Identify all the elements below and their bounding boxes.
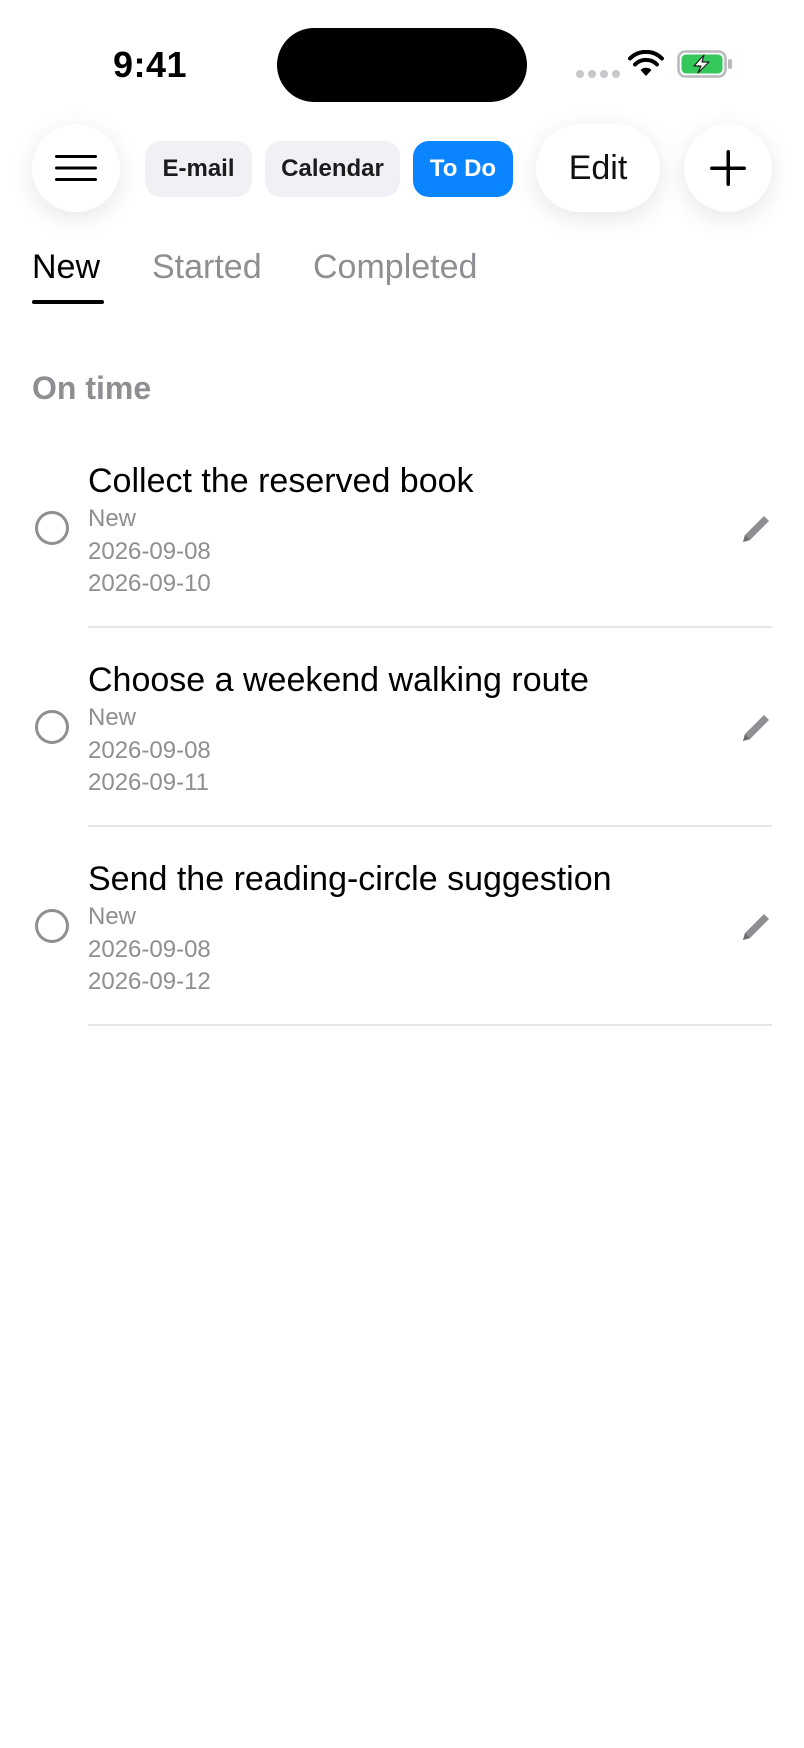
task-checkbox[interactable]	[35, 511, 69, 545]
hamburger-menu-icon	[55, 155, 97, 181]
pencil-icon[interactable]	[738, 909, 774, 945]
wifi-icon	[628, 50, 664, 76]
active-tab-indicator	[32, 300, 104, 304]
tab-started[interactable]: Started	[152, 248, 262, 287]
task-status: New	[88, 704, 137, 731]
status-time: 9:41	[113, 44, 188, 85]
add-task-button[interactable]	[684, 124, 772, 212]
task-title: Send the reading-circle suggestion	[88, 860, 612, 898]
task-status: New	[88, 505, 137, 532]
todo-screen: 9:41 E-mail Calendar To Do Edit New Star…	[0, 0, 804, 1748]
section-title: On time	[32, 370, 152, 406]
task-status: New	[88, 903, 137, 930]
cellular-signal-icon	[576, 70, 620, 78]
task-due-date: 2026-09-11	[88, 769, 209, 796]
task-row[interactable]: Send the reading-circle suggestion New 2…	[0, 827, 804, 1026]
task-checkbox[interactable]	[35, 909, 69, 943]
tab-new[interactable]: New	[32, 248, 100, 287]
dynamic-island	[277, 28, 527, 102]
task-due-date: 2026-09-10	[88, 570, 211, 597]
calendar-tab-button[interactable]: Calendar	[265, 141, 400, 197]
plus-icon	[710, 150, 746, 186]
task-title: Choose a weekend walking route	[88, 661, 589, 699]
task-checkbox[interactable]	[35, 710, 69, 744]
task-row[interactable]: Collect the reserved book New 2026-09-08…	[0, 429, 804, 628]
email-tab-button[interactable]: E-mail	[145, 141, 252, 197]
task-title: Collect the reserved book	[88, 462, 474, 500]
pencil-icon[interactable]	[738, 710, 774, 746]
task-start-date: 2026-09-08	[88, 736, 211, 764]
edit-button[interactable]: Edit	[536, 124, 660, 212]
battery-charging-icon	[677, 50, 732, 78]
todo-tab-button[interactable]: To Do	[413, 141, 513, 197]
task-row[interactable]: Choose a weekend walking route New 2026-…	[0, 628, 804, 827]
menu-button[interactable]	[32, 124, 120, 212]
task-text: Send the reading-circle suggestion New 2…	[88, 857, 612, 999]
tab-completed[interactable]: Completed	[313, 248, 477, 287]
pencil-icon[interactable]	[738, 511, 774, 547]
task-separator	[88, 1024, 772, 1026]
task-start-date: 2026-09-08	[88, 935, 211, 963]
task-text: Collect the reserved book New 2026-09-08…	[88, 459, 474, 601]
task-start-date: 2026-09-08	[88, 537, 211, 565]
task-due-date: 2026-09-12	[88, 968, 211, 995]
task-text: Choose a weekend walking route New 2026-…	[88, 658, 589, 800]
